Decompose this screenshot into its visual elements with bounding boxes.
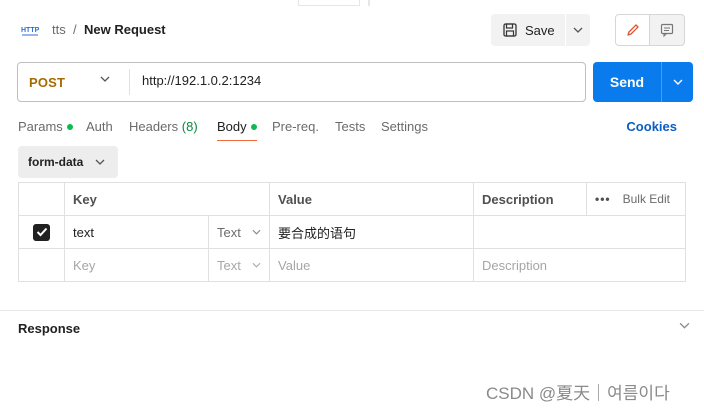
chevron-down-icon [252, 229, 261, 235]
placeholder-type-select[interactable]: Text [207, 248, 271, 282]
chevron-down-icon [573, 27, 583, 33]
breadcrumb-collection[interactable]: tts [52, 22, 66, 37]
body-type-label: form-data [28, 155, 84, 169]
edit-mode-button[interactable] [616, 15, 650, 45]
open-tab-active[interactable] [298, 0, 360, 6]
placeholder-type-label: Text [217, 257, 241, 273]
chevron-down-icon [100, 76, 110, 82]
form-data-table: Key Value Description ••• Bulk Edit text… [18, 182, 687, 282]
save-button-group: Save [491, 14, 590, 46]
chevron-down-icon [252, 262, 261, 268]
header-value: Value [269, 182, 475, 216]
request-header: HTTP tts / New Request Save [0, 12, 704, 48]
request-tabs: Params Auth Headers (8) Body Pre-req. Te… [18, 116, 688, 144]
tab-body[interactable]: Body [217, 119, 257, 134]
method-select[interactable]: POST [18, 63, 129, 101]
chevron-down-icon [673, 79, 682, 85]
save-label: Save [525, 22, 555, 38]
chevron-down-icon [95, 159, 105, 165]
row-description[interactable] [473, 215, 687, 249]
comment-doc-icon [660, 23, 674, 37]
save-icon [503, 23, 517, 37]
documentation-mode-button[interactable] [650, 15, 684, 45]
save-button[interactable]: Save [491, 14, 565, 46]
key-input[interactable]: Key [64, 248, 209, 282]
header-bulk-edit-cell: ••• Bulk Edit [586, 182, 687, 216]
placeholder-check-cell [18, 248, 65, 282]
description-input[interactable]: Description [473, 248, 687, 282]
send-button-group: Send [593, 62, 693, 102]
bulk-edit-button[interactable]: Bulk Edit [623, 192, 670, 206]
view-mode-toggle [615, 14, 685, 46]
page-title[interactable]: New Request [84, 22, 166, 37]
row-value[interactable]: 要合成的语句 [269, 215, 475, 249]
checkmark-icon [36, 227, 47, 237]
response-divider[interactable] [0, 310, 704, 311]
header-check-cell [18, 182, 65, 216]
header-description: Description [473, 182, 588, 216]
table-row-placeholder: Key Text Value Description [18, 248, 687, 282]
tab-pre-request[interactable]: Pre-req. [272, 119, 319, 134]
body-type-select[interactable]: form-data [18, 146, 118, 178]
method-label: POST [29, 74, 66, 90]
header-key: Key [63, 182, 271, 216]
chevron-down-icon[interactable] [679, 322, 690, 329]
url-input[interactable]: http://192.1.0.2:1234 [142, 73, 562, 88]
http-icon: HTTP [21, 27, 40, 36]
svg-text:HTTP: HTTP [21, 27, 40, 34]
tab-body-label: Body [217, 119, 247, 134]
watermark: CSDN @夏天｜여름이다 [486, 384, 670, 403]
open-tab-divider [368, 0, 370, 6]
breadcrumb-separator: / [73, 22, 77, 37]
tab-strip [0, 0, 704, 6]
active-tab-indicator [217, 140, 257, 141]
url-divider [129, 69, 130, 95]
row-key[interactable]: text [64, 215, 209, 249]
status-dot [250, 123, 257, 130]
more-options-icon[interactable]: ••• [595, 192, 611, 206]
tab-headers[interactable]: Headers (8) [129, 119, 198, 134]
row-check-cell [18, 215, 65, 249]
cookies-link[interactable]: Cookies [626, 119, 677, 134]
response-title: Response [18, 321, 81, 336]
row-type-select[interactable]: Text [207, 215, 271, 249]
row-checkbox[interactable] [33, 223, 50, 241]
send-button[interactable]: Send [593, 62, 661, 102]
table-row: text Text 要合成的语句 [18, 215, 687, 249]
save-options-button[interactable] [566, 14, 590, 46]
url-bar: POST http://192.1.0.2:1234 [17, 62, 586, 102]
value-input[interactable]: Value [269, 248, 475, 282]
table-header-row: Key Value Description ••• Bulk Edit [18, 182, 687, 216]
headers-count: (8) [181, 119, 198, 134]
send-options-button[interactable] [662, 62, 693, 102]
tab-settings[interactable]: Settings [381, 119, 428, 134]
status-dot [66, 123, 73, 130]
tab-params[interactable]: Params [18, 119, 73, 134]
pencil-icon [626, 24, 639, 36]
row-type-label: Text [217, 224, 241, 240]
tab-auth[interactable]: Auth [86, 119, 113, 134]
tab-params-label: Params [18, 119, 63, 134]
tab-headers-label: Headers [129, 119, 179, 134]
tab-tests[interactable]: Tests [335, 119, 365, 134]
